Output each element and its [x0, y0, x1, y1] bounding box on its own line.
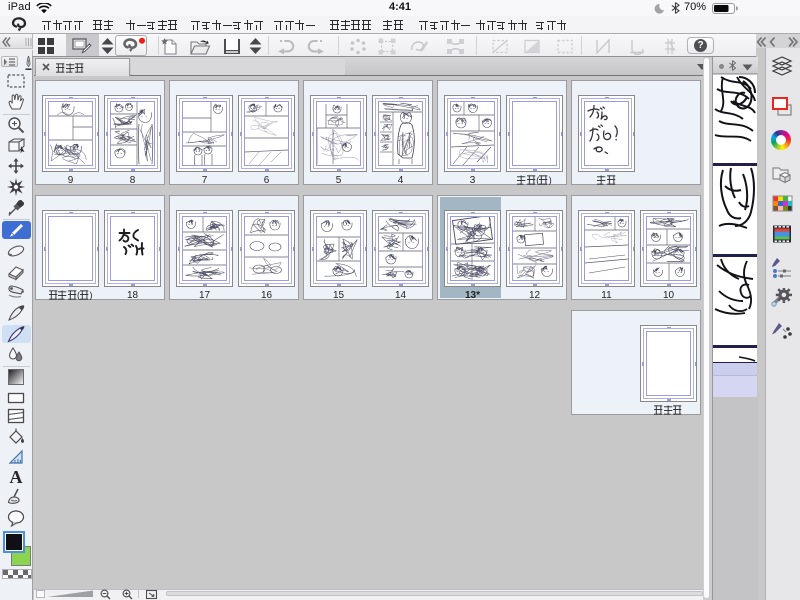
svg-text:A: A — [10, 468, 23, 486]
